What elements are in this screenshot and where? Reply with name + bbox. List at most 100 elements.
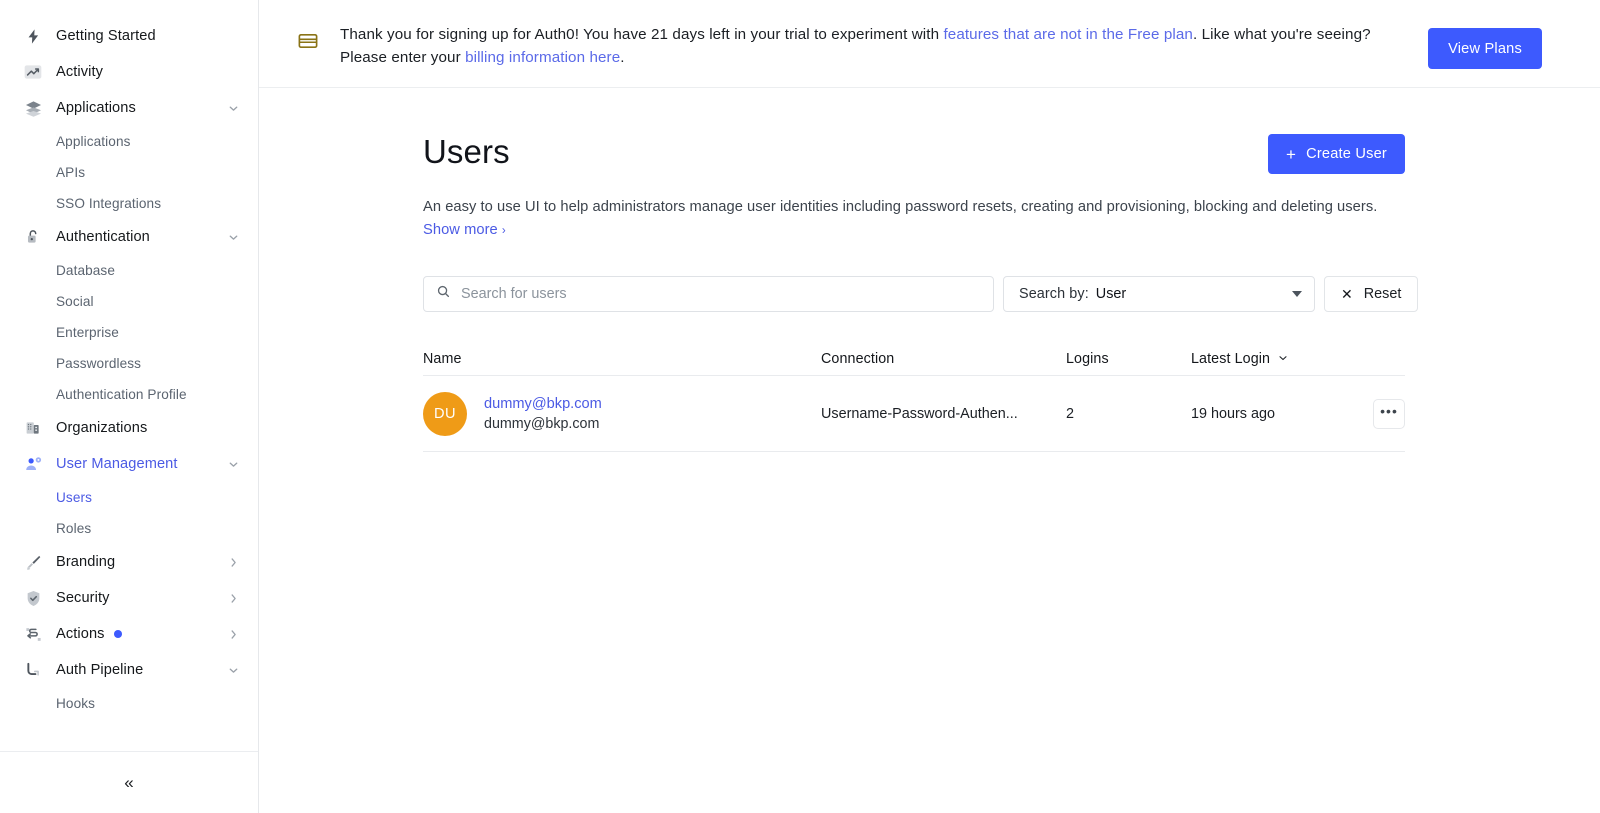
sidebar-item-auth-pipeline[interactable]: Auth Pipeline [0,652,258,688]
chevron-down-icon [227,102,240,115]
chevron-down-icon [1292,291,1302,297]
sidebar-subitem-roles[interactable]: Roles [0,513,258,544]
actions-flow-icon [22,623,44,645]
sidebar-item-authentication[interactable]: Authentication [0,219,258,255]
chevron-right-icon: › [501,225,506,237]
sidebar-subitem-label: Hooks [56,696,96,711]
show-more-link[interactable]: Show more › [423,222,506,238]
search-by-label: Search by: [1019,286,1089,302]
sidebar-item-getting-started[interactable]: Getting Started [0,18,258,54]
users-page: Users + Create User An easy to use UI to… [259,88,1600,452]
sidebar-subitem-label: APIs [56,165,86,180]
search-icon [436,284,461,304]
create-user-button[interactable]: + Create User [1267,134,1405,174]
free-plan-features-link[interactable]: features that are not in the Free plan [943,26,1192,43]
sidebar-item-user-management[interactable]: User Management [0,446,258,482]
main-content: Thank you for signing up for Auth0! You … [259,0,1600,813]
sidebar-item-label: Activity [56,64,104,80]
column-header-connection: Connection [821,351,895,367]
sidebar-subitem-authentication-profile[interactable]: Authentication Profile [0,379,258,410]
page-description-text: An easy to use UI to help administrators… [423,199,1378,215]
search-by-select[interactable]: Search by: User [1003,276,1315,312]
column-header-latest-login[interactable]: Latest Login [1191,351,1345,367]
banner-text-part1: Thank you for signing up for Auth0! You … [340,26,944,43]
column-header-logins: Logins [1066,351,1109,367]
sidebar-subitem-applications[interactable]: Applications [0,126,258,157]
credit-card-icon [297,30,323,57]
sidebar-subitem-social[interactable]: Social [0,286,258,317]
sidebar-subitem-label: SSO Integrations [56,196,162,211]
sidebar-item-organizations[interactable]: Organizations [0,410,258,446]
sidebar-item-label: Auth Pipeline [56,662,144,678]
table-header-row: Name Connection Logins Latest Login [423,343,1405,376]
sidebar-item-label: Branding [56,554,116,570]
user-email: dummy@bkp.com [484,415,600,432]
users-table: Name Connection Logins Latest Login DU d… [423,343,1405,452]
user-gear-icon [22,453,44,475]
ellipsis-icon: ••• [1380,403,1398,419]
user-identity: dummy@bkp.com dummy@bkp.com [484,396,602,432]
sidebar-subitem-apis[interactable]: APIs [0,157,258,188]
sidebar-subitem-label: Database [56,263,115,278]
create-user-button-label: Create User [1306,146,1387,162]
search-input[interactable] [461,286,981,302]
sidebar-subitem-label: Social [56,294,94,309]
row-more-options-button[interactable]: ••• [1373,398,1405,429]
plus-icon: + [1285,144,1297,164]
sidebar-item-actions[interactable]: Actions [0,616,258,652]
users-page-inner: Users + Create User An easy to use UI to… [423,132,1419,452]
sidebar-footer: « [0,751,258,813]
trial-banner-text: Thank you for signing up for Auth0! You … [340,18,1412,69]
sidebar-subitem-users[interactable]: Users [0,482,258,513]
sidebar-subitem-passwordless[interactable]: Passwordless [0,348,258,379]
banner-text-part3: . [620,49,625,66]
close-icon: ✕ [1341,286,1353,302]
cell-logins: 2 [1066,405,1075,422]
cell-actions: ••• [1345,398,1405,429]
actions-notification-badge [113,630,122,638]
page-header: Users + Create User [423,132,1405,174]
filters-bar: Search by: User ✕ Reset [423,276,1419,312]
sort-chevron-down-icon [1277,352,1289,367]
trial-banner: Thank you for signing up for Auth0! You … [259,0,1600,88]
page-description: An easy to use UI to help administrators… [423,196,1383,243]
sidebar-item-label: Organizations [56,420,148,436]
page-title: Users [423,133,510,170]
chevron-right-icon [227,592,240,605]
chevron-right-icon [227,628,240,641]
auth0-dashboard: Getting Started Activity Applications Ap… [0,0,1600,813]
shield-check-icon [22,587,44,609]
sidebar-subitem-enterprise[interactable]: Enterprise [0,317,258,348]
sidebar-subitem-label: Users [56,490,92,505]
cell-name: DU dummy@bkp.com dummy@bkp.com [423,391,821,436]
sidebar-item-branding[interactable]: Branding [0,544,258,580]
sidebar-item-applications[interactable]: Applications [0,90,258,126]
reset-button-label: Reset [1363,286,1402,302]
sidebar-subitem-database[interactable]: Database [0,255,258,286]
sidebar-item-label: Applications [56,100,136,116]
show-more-label: Show more [423,222,498,238]
sidebar-subitem-sso-integrations[interactable]: SSO Integrations [0,188,258,219]
avatar: DU [423,391,467,436]
sidebar-item-security[interactable]: Security [0,580,258,616]
sidebar-subitem-label: Enterprise [56,325,119,340]
chevron-right-icon [227,556,240,569]
table-row[interactable]: DU dummy@bkp.com dummy@bkp.com Username-… [423,376,1405,452]
view-plans-button[interactable]: View Plans [1428,28,1542,69]
reset-button[interactable]: ✕ Reset [1324,276,1419,312]
billing-information-link[interactable]: billing information here [465,49,620,66]
sidebar-item-label: Actions [56,626,105,642]
column-header-latest-login-label: Latest Login [1191,351,1271,367]
sidebar-subitem-hooks[interactable]: Hooks [0,688,258,719]
sidebar-item-label: Getting Started [56,28,156,44]
search-by-value: User [1095,286,1127,302]
lock-icon [22,226,44,248]
activity-chart-icon [22,61,44,83]
sidebar-item-label: Security [56,590,110,606]
user-name-link[interactable]: dummy@bkp.com [484,396,602,412]
sidebar-nav: Getting Started Activity Applications Ap… [0,0,258,751]
collapse-sidebar-button[interactable]: « [112,766,146,800]
brush-icon [22,551,44,573]
sidebar-item-activity[interactable]: Activity [0,54,258,90]
search-field[interactable] [423,276,994,312]
